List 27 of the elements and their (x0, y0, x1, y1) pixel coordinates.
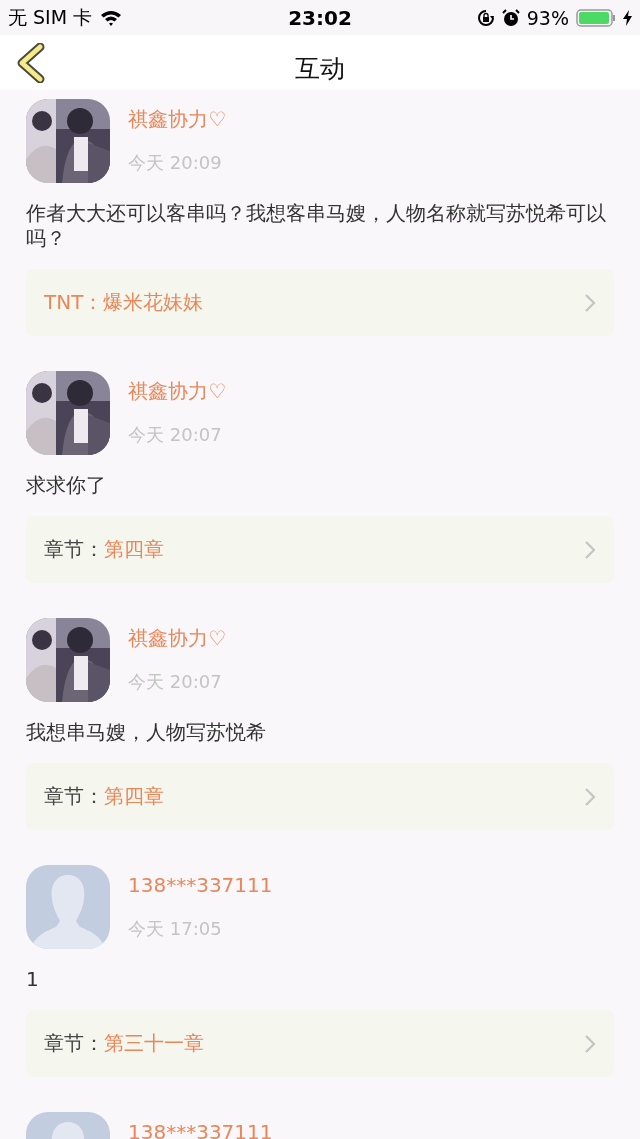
chapter-link[interactable]: 章节：第四章 (26, 516, 614, 583)
username[interactable]: 138***337111 (128, 872, 273, 898)
clock: 23:02 (288, 5, 352, 30)
chevron-right-icon (584, 539, 596, 560)
battery-percent: 93% (526, 6, 569, 29)
avatar-icon (26, 865, 110, 949)
chapter-link[interactable]: 章节：第三十一章 (26, 1010, 614, 1077)
page-title: 互动 (295, 53, 345, 85)
username[interactable]: 祺鑫协力♡ (128, 378, 226, 404)
carrier-label: 无 SIM 卡 (8, 4, 93, 30)
comment-text: 求求你了 (26, 473, 107, 498)
username[interactable]: 138***337111 (128, 1119, 273, 1139)
chevron-right-icon (584, 292, 596, 313)
wifi-icon (100, 9, 123, 26)
rotation-lock-icon (476, 8, 495, 27)
charging-icon (623, 9, 632, 26)
username[interactable]: 祺鑫协力♡ (128, 625, 226, 651)
chapter-link[interactable]: TNT：爆米花妹妹 (26, 269, 614, 336)
chevron-right-icon (584, 786, 596, 807)
comment-text: 作者大大还可以客串吗？我想客串马嫂，人物名称就写苏悦希可以吗？ (26, 201, 607, 251)
alarm-icon (501, 8, 520, 27)
chapter-link[interactable]: 章节：第四章 (26, 763, 614, 830)
comment-text: 1 (26, 967, 40, 992)
comment-text: 我想串马嫂，人物写苏悦希 (26, 720, 267, 745)
battery-icon (576, 8, 616, 27)
username[interactable]: 祺鑫协力♡ (128, 106, 226, 132)
chevron-right-icon (584, 1033, 596, 1054)
